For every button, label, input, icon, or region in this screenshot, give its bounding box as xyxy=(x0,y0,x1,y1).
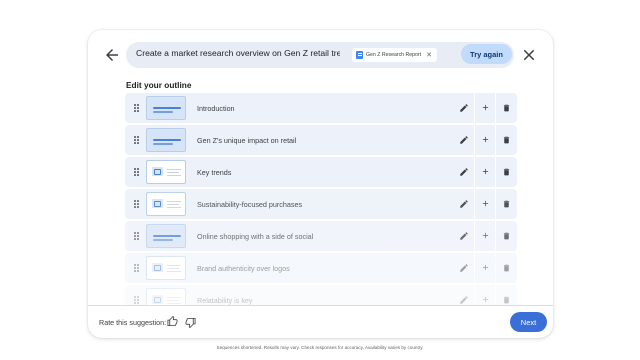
outline-row-label: Brand authenticity over logos xyxy=(197,264,290,273)
trash-icon[interactable] xyxy=(502,103,511,113)
plus-icon[interactable] xyxy=(481,135,490,144)
delete-slide-button[interactable] xyxy=(496,93,517,123)
drag-handle-icon[interactable] xyxy=(134,168,139,176)
trash-icon[interactable] xyxy=(502,135,511,145)
pencil-icon[interactable] xyxy=(459,295,469,305)
outline-row-main[interactable]: Sustainability-focused purchases xyxy=(125,189,474,219)
pencil-icon[interactable] xyxy=(459,263,469,273)
drag-handle-icon[interactable] xyxy=(134,136,139,144)
drag-handle-icon[interactable] xyxy=(134,232,139,240)
add-slide-button[interactable] xyxy=(475,221,495,251)
remove-file-icon[interactable]: ✕ xyxy=(426,52,432,59)
outline-row-main[interactable]: Relatability is key xyxy=(125,285,474,305)
outline-row-label: Online shopping with a side of social xyxy=(197,232,314,241)
outline-row-label: Introduction xyxy=(197,104,235,113)
file-chip[interactable]: Gen Z Research Report ✕ xyxy=(352,48,437,62)
plus-icon[interactable] xyxy=(481,295,490,304)
drag-handle-icon[interactable] xyxy=(134,264,139,272)
outline-row-main[interactable]: Online shopping with a side of social xyxy=(125,221,474,251)
outline-row-label: Key trends xyxy=(197,168,232,177)
outline-row[interactable]: Sustainability-focused purchases xyxy=(125,189,517,219)
outline-row-label: Gen Z's unique impact on retail xyxy=(197,136,297,145)
doc-icon xyxy=(356,51,363,59)
outline-row[interactable]: Brand authenticity over logos xyxy=(125,253,517,283)
delete-slide-button[interactable] xyxy=(496,221,517,251)
outline-row-main[interactable]: Introduction xyxy=(125,93,474,123)
add-slide-button[interactable] xyxy=(475,125,495,155)
next-button[interactable]: Next xyxy=(510,312,547,332)
outline-row[interactable]: Online shopping with a side of social xyxy=(125,221,517,251)
plus-icon[interactable] xyxy=(481,263,490,272)
delete-slide-button[interactable] xyxy=(496,285,517,305)
thumbs-down-icon[interactable] xyxy=(185,317,196,328)
pencil-icon[interactable] xyxy=(459,167,469,177)
close-icon[interactable] xyxy=(520,46,538,64)
slide-thumbnail xyxy=(146,128,186,152)
delete-slide-button[interactable] xyxy=(496,253,517,283)
outline-row-label: Sustainability-focused purchases xyxy=(197,200,303,209)
outline-row-main[interactable]: Key trends xyxy=(125,157,474,187)
add-slide-button[interactable] xyxy=(475,93,495,123)
outline-row-main[interactable]: Gen Z's unique impact on retail xyxy=(125,125,474,155)
outline-row-label: Relatability is key xyxy=(197,296,253,305)
outline-row[interactable]: Introduction xyxy=(125,93,517,123)
delete-slide-button[interactable] xyxy=(496,125,517,155)
add-slide-button[interactable] xyxy=(475,189,495,219)
pencil-icon[interactable] xyxy=(459,135,469,145)
plus-icon[interactable] xyxy=(481,103,490,112)
arrow-back-icon[interactable] xyxy=(103,46,121,64)
footer-divider xyxy=(88,305,553,306)
rate-label: Rate this suggestion: xyxy=(99,318,167,327)
slide-thumbnail xyxy=(146,192,186,216)
add-slide-button[interactable] xyxy=(475,253,495,283)
prompt-text: Create a market research overview on Gen… xyxy=(136,48,379,58)
pencil-icon[interactable] xyxy=(459,231,469,241)
delete-slide-button[interactable] xyxy=(496,189,517,219)
outline-title: Edit your outline xyxy=(126,80,192,90)
trash-icon[interactable] xyxy=(502,199,511,209)
outline-row[interactable]: Gen Z's unique impact on retail xyxy=(125,125,517,155)
prompt-bar: Create a market research overview on Gen… xyxy=(126,42,514,68)
outline-dialog: Create a market research overview on Gen… xyxy=(88,30,553,338)
add-slide-button[interactable] xyxy=(475,285,495,305)
slide-thumbnail xyxy=(146,288,186,305)
file-chip-label: Gen Z Research Report xyxy=(366,52,422,58)
delete-slide-button[interactable] xyxy=(496,157,517,187)
plus-icon[interactable] xyxy=(481,167,490,176)
drag-handle-icon[interactable] xyxy=(134,104,139,112)
disclaimer: Sequences shortened. Results may vary. C… xyxy=(216,345,424,350)
pencil-icon[interactable] xyxy=(459,199,469,209)
slide-thumbnail xyxy=(146,224,186,248)
plus-icon[interactable] xyxy=(481,199,490,208)
outline-list: Introduction Gen Z's unique impact on re… xyxy=(125,93,517,305)
trash-icon[interactable] xyxy=(502,263,511,273)
trash-icon[interactable] xyxy=(502,231,511,241)
add-slide-button[interactable] xyxy=(475,157,495,187)
drag-handle-icon[interactable] xyxy=(134,200,139,208)
plus-icon[interactable] xyxy=(481,231,490,240)
outline-row[interactable]: Relatability is key xyxy=(125,285,517,305)
outline-row[interactable]: Key trends xyxy=(125,157,517,187)
thumbs-up-icon[interactable] xyxy=(167,316,178,327)
trash-icon[interactable] xyxy=(502,295,511,305)
try-again-button[interactable]: Try again xyxy=(461,44,512,64)
pencil-icon[interactable] xyxy=(459,103,469,113)
trash-icon[interactable] xyxy=(502,167,511,177)
outline-row-main[interactable]: Brand authenticity over logos xyxy=(125,253,474,283)
slide-thumbnail xyxy=(146,96,186,120)
slide-thumbnail xyxy=(146,256,186,280)
drag-handle-icon[interactable] xyxy=(134,296,139,304)
slide-thumbnail xyxy=(146,160,186,184)
